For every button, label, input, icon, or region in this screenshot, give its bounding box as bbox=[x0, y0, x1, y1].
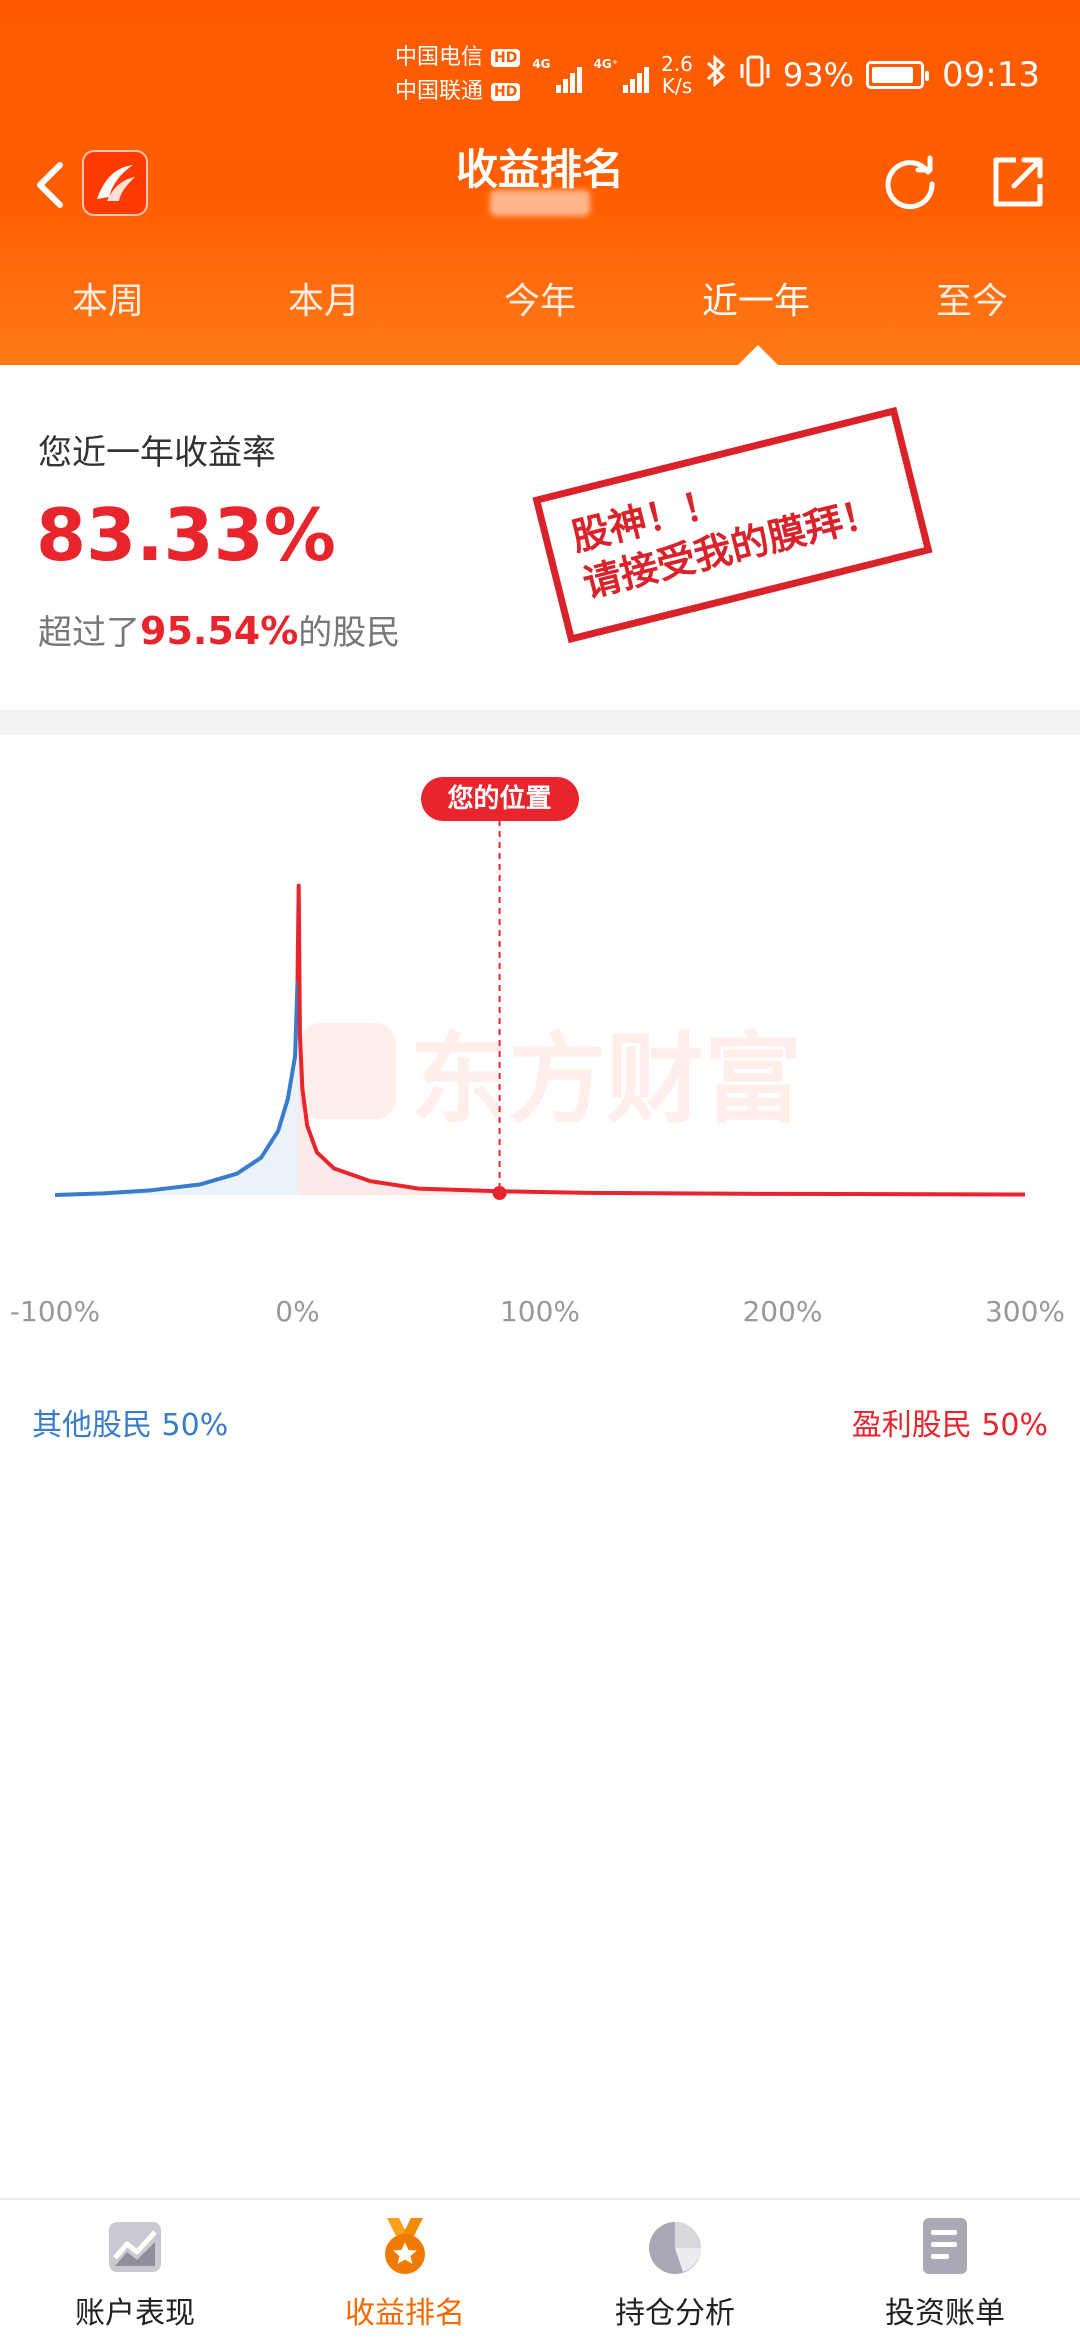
period-tabs: 本周 本月 今年 近一年 至今 bbox=[0, 262, 1080, 342]
refresh-icon bbox=[885, 155, 935, 210]
return-value: 83.33% bbox=[36, 493, 336, 577]
legend-other-investors: 其他股民 50% bbox=[32, 1408, 229, 1443]
return-summary: 您近一年收益率 83.33% 超过了95.54%的股民 股神！！ 请接受我的膜拜… bbox=[0, 365, 1080, 710]
x-tick-label: 100% bbox=[499, 1295, 581, 1328]
header: 中国电信 HD 中国联通 HD 4G 4G⁺ 2.6 K/s 93% 09:13… bbox=[0, 0, 1080, 365]
battery-icon bbox=[866, 61, 930, 89]
carrier-1-name: 中国电信 bbox=[394, 45, 483, 70]
pie-icon bbox=[649, 2222, 701, 2274]
position-marker-dot bbox=[492, 1186, 507, 1200]
nav-label: 投资账单 bbox=[885, 2296, 1005, 2331]
bluetooth-icon bbox=[705, 54, 727, 96]
nav-return-ranking[interactable]: 收益排名 bbox=[270, 2200, 540, 2340]
nav-label: 账户表现 bbox=[75, 2296, 195, 2331]
share-icon bbox=[993, 157, 1043, 207]
chart-trend-icon bbox=[109, 2222, 161, 2272]
section-divider bbox=[0, 710, 1080, 735]
net-speed-value: 2.6 bbox=[661, 52, 693, 76]
series-area-0 bbox=[55, 981, 298, 1195]
carrier-1: 中国电信 HD bbox=[394, 41, 521, 75]
beat-prefix: 超过了 bbox=[38, 613, 140, 653]
nav-holdings-analysis[interactable]: 持仓分析 bbox=[540, 2200, 810, 2340]
legend-profitable-investors: 盈利股民 50% bbox=[851, 1408, 1048, 1443]
return-distribution-chart: 东方财富 您的位置 -100% 0% 100% 200% 300% 其他股民 50% 盈… bbox=[0, 735, 1080, 1495]
tab-past-year[interactable]: 近一年 bbox=[648, 262, 864, 342]
tab-this-month[interactable]: 本月 bbox=[216, 262, 432, 342]
net-speed: 2.6 K/s bbox=[661, 53, 693, 97]
distribution-plot bbox=[54, 820, 1026, 1200]
return-label: 您近一年收益率 bbox=[38, 433, 276, 473]
nav-investment-bill[interactable]: 投资账单 bbox=[810, 2200, 1080, 2340]
refresh-button[interactable] bbox=[878, 150, 942, 214]
carrier-2: 中国联通 HD bbox=[394, 75, 521, 109]
carrier-2-name: 中国联通 bbox=[394, 79, 483, 104]
account-name-redacted bbox=[490, 190, 590, 216]
net-type-1: 4G bbox=[532, 57, 551, 71]
share-button[interactable] bbox=[986, 150, 1050, 214]
beat-percent: 95.54% bbox=[140, 609, 299, 653]
beat-suffix: 的股民 bbox=[298, 613, 401, 653]
vibrate-icon bbox=[739, 54, 771, 96]
x-tick-label: 0% bbox=[275, 1295, 320, 1328]
x-tick-label: 200% bbox=[742, 1295, 823, 1328]
nav-row: 收益排名 bbox=[0, 140, 1080, 230]
nav-account-performance[interactable]: 账户表现 bbox=[0, 2200, 270, 2340]
status-bar: 中国电信 HD 中国联通 HD 4G 4G⁺ 2.6 K/s 93% 09:13 bbox=[395, 40, 1040, 110]
signal-icon: 4G bbox=[532, 57, 582, 93]
x-tick-label: -100% bbox=[9, 1295, 101, 1328]
tab-this-week[interactable]: 本周 bbox=[0, 262, 216, 342]
document-icon bbox=[923, 2218, 967, 2274]
hd-badge: HD bbox=[490, 49, 521, 67]
beat-percentage-text: 超过了95.54%的股民 bbox=[38, 605, 400, 654]
hd-badge: HD bbox=[490, 83, 521, 101]
clock: 09:13 bbox=[942, 55, 1040, 95]
praise-stamp: 股神！！ 请接受我的膜拜！ bbox=[532, 406, 933, 644]
carrier-list: 中国电信 HD 中国联通 HD bbox=[394, 41, 521, 109]
nav-label: 收益排名 bbox=[345, 2296, 465, 2331]
series-line-1 bbox=[295, 883, 1026, 1197]
signal-icon: 4G⁺ bbox=[594, 57, 650, 93]
series-area-1 bbox=[297, 885, 1025, 1195]
nav-label: 持仓分析 bbox=[615, 2296, 735, 2331]
tab-all-time[interactable]: 至今 bbox=[864, 262, 1080, 342]
net-type-2: 4G⁺ bbox=[593, 57, 619, 71]
active-tab-indicator bbox=[738, 345, 778, 365]
battery-percent: 93% bbox=[782, 56, 855, 94]
your-position-badge: 您的位置 bbox=[420, 777, 579, 821]
medal-icon bbox=[385, 2218, 425, 2274]
net-speed-unit: K/s bbox=[661, 74, 693, 98]
bottom-nav: 账户表现 收益排名 持仓分析 投资账单 bbox=[0, 2198, 1080, 2340]
x-tick-label: 300% bbox=[984, 1295, 1066, 1328]
tab-this-year[interactable]: 今年 bbox=[432, 262, 648, 342]
